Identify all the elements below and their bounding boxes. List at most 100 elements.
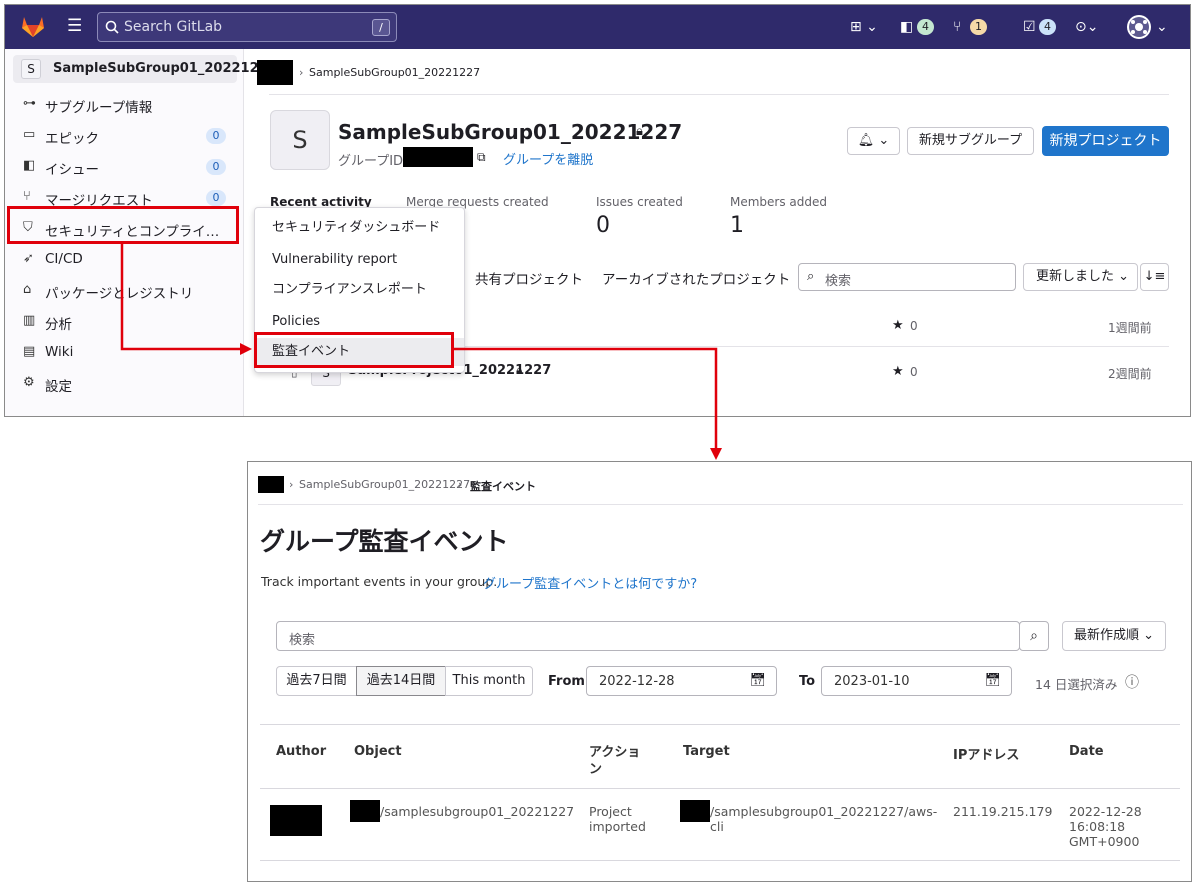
sidebar-item-issues[interactable]: ◧ イシュー 0 <box>5 153 244 181</box>
menu-item-compliance-report[interactable]: コンプライアンスレポート <box>255 276 464 304</box>
sort-dropdown[interactable]: 最新作成順 ⌄ <box>1062 621 1166 651</box>
count-badge: 0 <box>206 159 226 175</box>
range-this-month-button[interactable]: This month <box>445 666 533 696</box>
group-avatar: S <box>21 59 41 79</box>
col-header-author: Author <box>276 744 327 759</box>
ip-value: 211.19.215.179 <box>953 804 1053 819</box>
top-navbar: ☰ Search GitLab / ⊞ ⌄ ◧ 4 ⑂ 1 ☑ 4 ⊙⌄ ⌄ <box>5 5 1190 49</box>
bell-icon: 🔔︎ <box>857 133 875 148</box>
help-icon[interactable]: ⊙⌄ <box>1075 17 1098 37</box>
breadcrumb-group[interactable]: SampleSubGroup01_20221227 <box>309 66 480 79</box>
target-value: /samplesubgroup01_20221227/aws-cli <box>710 804 938 834</box>
project-stars: 0 <box>910 319 918 333</box>
gitlab-logo-icon[interactable] <box>21 15 45 38</box>
search-placeholder: Search GitLab <box>124 19 223 35</box>
sidebar-item-label: 分析 <box>45 317 72 333</box>
epic-icon: ▭ <box>23 127 36 142</box>
audit-search-placeholder: 検索 <box>289 633 316 648</box>
user-avatar[interactable] <box>1127 15 1151 39</box>
sort-direction-button[interactable]: ↓≡ <box>1140 263 1169 291</box>
group-header-avatar: S <box>270 110 330 170</box>
package-icon: ⌂ <box>23 282 32 297</box>
todo-icon[interactable]: ☑ <box>1023 17 1036 37</box>
breadcrumb-group[interactable]: SampleSubGroup01_20221227 <box>299 478 470 491</box>
group-overview-window: ☰ Search GitLab / ⊞ ⌄ ◧ 4 ⑂ 1 ☑ 4 ⊙⌄ ⌄ S… <box>4 4 1191 417</box>
page-title: グループ監査イベント <box>260 527 509 556</box>
search-icon <box>105 20 119 34</box>
sidebar-item-subgroup-info[interactable]: ⊶ サブグループ情報 <box>5 91 244 119</box>
audit-events-window: › SampleSubGroup01_20221227 › 監査イベント グルー… <box>247 461 1192 882</box>
sidebar-item-wiki[interactable]: ▤ Wiki <box>5 339 244 367</box>
table-header-border <box>260 788 1180 789</box>
tab-archived-projects[interactable]: アーカイブされたプロジェクト <box>602 268 790 288</box>
project-updated: 1週間前 <box>1108 321 1152 335</box>
search-icon: ⌕ <box>1030 628 1038 644</box>
issues-count-badge: 4 <box>917 19 934 35</box>
chevron-down-icon[interactable]: ⌄ <box>1156 17 1168 37</box>
star-icon: ★ <box>892 318 904 333</box>
hamburger-menu-icon[interactable]: ☰ <box>67 16 82 36</box>
menu-item-vulnerability-report[interactable]: Vulnerability report <box>255 246 464 274</box>
sidebar-group-header[interactable]: S SampleSubGroup01_20221227 <box>13 55 277 83</box>
object-link[interactable]: /samplesubgroup01_20221227 <box>380 804 574 819</box>
sidebar-item-label: イシュー <box>45 162 99 178</box>
table-bottom-border <box>260 860 1180 861</box>
col-header-ip: IPアドレス <box>953 748 1020 763</box>
copy-icon[interactable]: ⧉ <box>477 150 486 165</box>
book-icon: ▤ <box>23 344 36 359</box>
star-icon: ★ <box>892 364 904 379</box>
calendar-icon: 📅︎ <box>984 673 1001 688</box>
sidebar-item-cicd[interactable]: ➶ CI/CD <box>5 246 244 274</box>
sort-direction-icon: ↓≡ <box>1143 269 1166 284</box>
audit-search-input[interactable]: 検索 <box>276 621 1020 651</box>
create-new-icon[interactable]: ⊞ ⌄ <box>850 17 878 37</box>
divider <box>258 504 1183 505</box>
members-added-value: 1 <box>730 213 744 238</box>
redacted-target-prefix <box>680 800 710 822</box>
todo-count-badge: 4 <box>1039 19 1056 35</box>
issues-icon[interactable]: ◧ <box>900 17 913 37</box>
from-date-input[interactable]: 2022-12-28 📅︎ <box>586 666 777 696</box>
search-shortcut-key: / <box>372 19 390 36</box>
sidebar-item-label: CI/CD <box>45 251 83 267</box>
breadcrumb-current: 監査イベント <box>470 480 536 493</box>
lock-icon: 🔒︎ <box>636 124 643 139</box>
sidebar-group-name: SampleSubGroup01_20221227 <box>53 61 277 76</box>
new-project-button[interactable]: 新規プロジェクト <box>1042 126 1169 156</box>
merge-request-icon[interactable]: ⑂ <box>953 17 961 37</box>
range-7-days-button[interactable]: 過去7日間 <box>276 666 357 696</box>
global-search-input[interactable]: Search GitLab / <box>97 12 397 42</box>
sidebar-item-label: 設定 <box>45 379 72 395</box>
search-button[interactable]: ⌕ <box>1019 621 1049 651</box>
project-search-input[interactable]: ⌕ 検索 <box>798 263 1016 291</box>
merge-request-icon: ⑂ <box>23 189 31 204</box>
sidebar-item-packages[interactable]: ⌂ パッケージとレジストリ <box>5 277 244 305</box>
to-date-value: 2023-01-10 <box>834 674 910 689</box>
help-link[interactable]: グループ監査イベントとは何ですか? <box>483 573 697 592</box>
redacted-author <box>270 805 322 836</box>
menu-item-security-dashboard[interactable]: セキュリティダッシュボード <box>255 214 464 242</box>
breadcrumb-separator: › <box>458 478 463 491</box>
redacted-breadcrumb <box>258 476 284 493</box>
sidebar-item-epics[interactable]: ▭ エピック 0 <box>5 122 244 150</box>
redacted-breadcrumb <box>257 60 293 85</box>
sidebar-item-analytics[interactable]: ▥ 分析 <box>5 308 244 336</box>
divider <box>269 94 1169 95</box>
range-14-days-button[interactable]: 過去14日間 <box>356 666 446 696</box>
sidebar-item-settings[interactable]: ⚙ 設定 <box>5 370 244 398</box>
sort-label: 更新しました <box>1036 269 1115 284</box>
sidebar-item-label: サブグループ情報 <box>45 100 153 116</box>
sidebar-item-label: Wiki <box>45 344 74 360</box>
rocket-icon: ➶ <box>23 251 34 266</box>
date-value: 2022-12-28 16:08:18 GMT+0900 <box>1069 804 1142 849</box>
new-subgroup-button[interactable]: 新規サブグループ <box>907 127 1034 155</box>
sort-dropdown[interactable]: 更新しました ⌄ <box>1023 263 1138 291</box>
tab-shared-projects[interactable]: 共有プロジェクト <box>475 268 583 288</box>
leave-group-link[interactable]: グループを離脱 <box>503 149 593 168</box>
from-label: From <box>548 674 585 689</box>
col-header-object: Object <box>354 744 402 759</box>
info-icon[interactable]: ⓘ <box>1125 672 1139 692</box>
to-date-input[interactable]: 2023-01-10 📅︎ <box>821 666 1012 696</box>
notification-dropdown[interactable]: 🔔︎ ⌄ <box>847 127 900 155</box>
search-icon: ⌕ <box>807 269 815 284</box>
